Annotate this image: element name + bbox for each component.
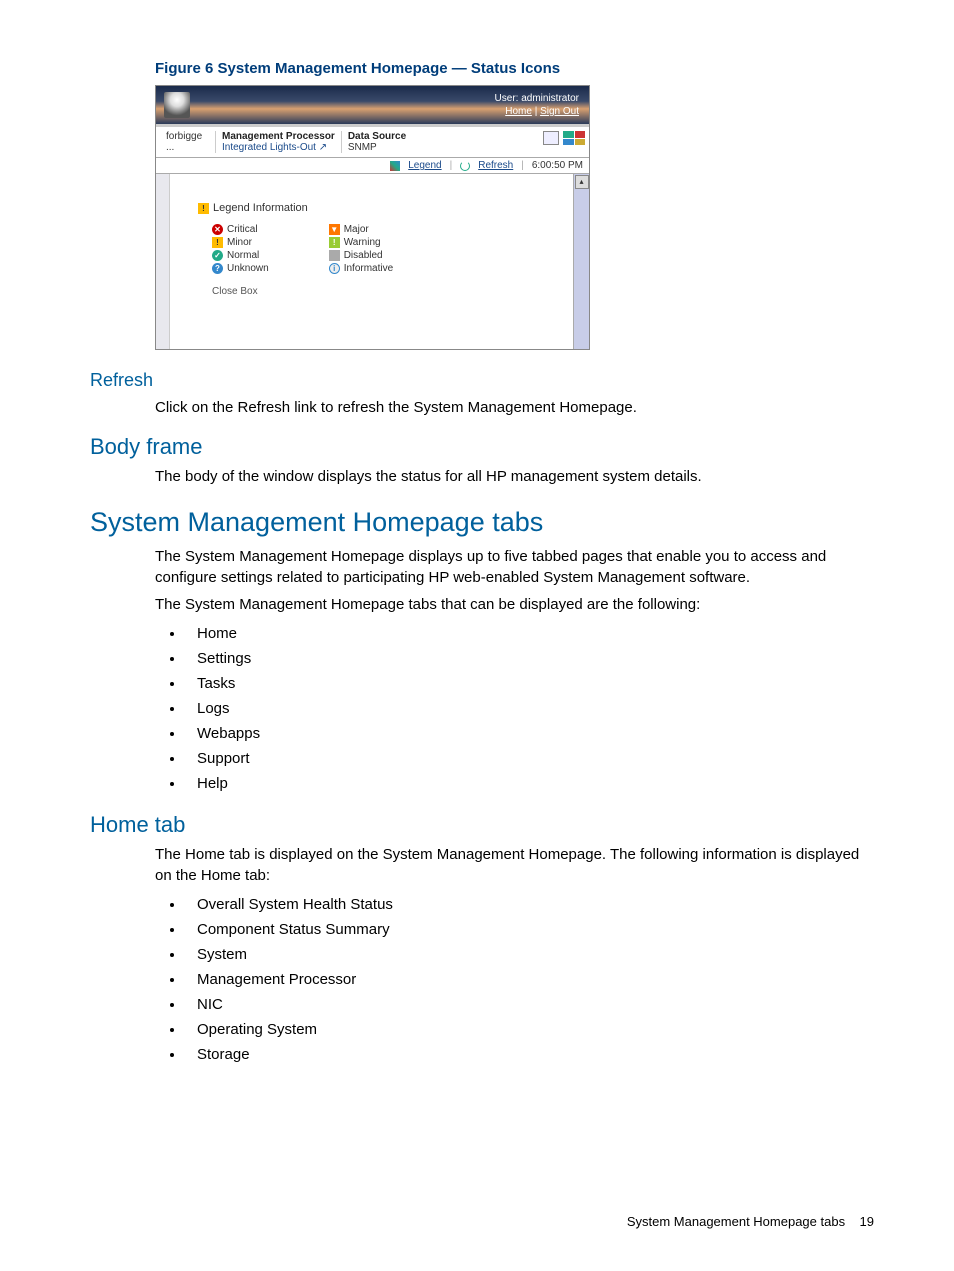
legend-disabled: Disabled — [344, 250, 383, 261]
legend-panel: ! Legend Information ✕ Critical ! Minor ✓ N… — [170, 174, 573, 349]
figure-caption: Figure 6 System Management Homepage — St… — [155, 60, 874, 77]
screenshot-toolbar: forbigge ... Management Processor Integr… — [156, 124, 589, 158]
legend-major: Major — [344, 224, 369, 235]
list-item: Support — [185, 746, 874, 771]
list-item: System — [185, 942, 874, 967]
legend-critical: Critical — [227, 224, 258, 235]
screenshot-banner: User: administrator Home | Sign Out — [156, 86, 589, 124]
screenshot-subbar: Legend | Refresh | 6:00:50 PM — [156, 158, 589, 174]
screenshot-scrollbar[interactable]: ▴ — [573, 174, 589, 349]
list-item: Tasks — [185, 671, 874, 696]
legend-minor: Minor — [227, 237, 252, 248]
legend-title: Legend Information — [213, 202, 308, 214]
banner-user-label: User: administrator — [495, 92, 579, 105]
legend-warning: Warning — [344, 237, 381, 248]
list-item: Webapps — [185, 721, 874, 746]
tabs-p2: The System Management Homepage tabs that… — [155, 594, 874, 615]
list-item: Logs — [185, 696, 874, 721]
banner-signout-link[interactable]: Sign Out — [540, 106, 579, 117]
refresh-icon — [460, 161, 470, 171]
unknown-icon: ? — [212, 263, 223, 274]
critical-icon: ✕ — [212, 224, 223, 235]
screenshot-figure: User: administrator Home | Sign Out forb… — [155, 85, 590, 350]
list-item: Overall System Health Status — [185, 892, 874, 917]
subbar-legend-link[interactable]: Legend — [408, 160, 441, 171]
banner-home-link[interactable]: Home — [505, 106, 532, 117]
list-item: Management Processor — [185, 967, 874, 992]
info-icon: i — [329, 263, 340, 274]
toolbar-ds-label: Data Source — [348, 131, 406, 142]
toolbar-ds-value: SNMP — [348, 142, 406, 153]
major-icon: ▼ — [329, 224, 340, 235]
hometab-heading: Home tab — [90, 812, 874, 838]
subbar-time: 6:00:50 PM — [532, 160, 583, 171]
toolbar-host: forbigge ... — [160, 131, 215, 153]
warning-icon: ! — [198, 203, 209, 214]
footer-text: System Management Homepage tabs — [627, 1214, 845, 1229]
minor-icon: ! — [212, 237, 223, 248]
screenshot-left-gutter — [156, 174, 170, 349]
legend-unknown: Unknown — [227, 263, 269, 274]
toolbar-view-icon[interactable] — [543, 131, 559, 145]
refresh-heading: Refresh — [90, 370, 874, 391]
list-item: NIC — [185, 992, 874, 1017]
list-item: Home — [185, 621, 874, 646]
scroll-up-icon[interactable]: ▴ — [575, 175, 589, 189]
banner-user-block: User: administrator Home | Sign Out — [495, 92, 579, 118]
legend-normal: Normal — [227, 250, 259, 261]
normal-icon: ✓ — [212, 250, 223, 261]
page-footer: System Management Homepage tabs 19 — [627, 1214, 874, 1229]
warning2-icon: ! — [329, 237, 340, 248]
screenshot-body: ! Legend Information ✕ Critical ! Minor ✓ N… — [156, 174, 589, 349]
legend-close-link[interactable]: Close Box — [212, 286, 565, 297]
disabled-icon — [329, 250, 340, 261]
hometab-p1: The Home tab is displayed on the System … — [155, 844, 874, 886]
toolbar-grid-icon[interactable] — [563, 131, 585, 145]
legend-informative: Informative — [344, 263, 393, 274]
footer-page-number: 19 — [860, 1214, 874, 1229]
list-item: Storage — [185, 1042, 874, 1067]
toolbar-mp-link[interactable]: Integrated Lights-Out ↗ — [222, 142, 335, 153]
legend-icon — [390, 161, 400, 171]
tabs-heading: System Management Homepage tabs — [90, 507, 874, 538]
lighthouse-icon — [164, 92, 190, 118]
toolbar-mp-label: Management Processor — [222, 131, 335, 142]
hometab-list: Overall System Health Status Component S… — [185, 892, 874, 1067]
list-item: Help — [185, 771, 874, 796]
tabs-list: Home Settings Tasks Logs Webapps Support… — [185, 621, 874, 796]
bodyframe-text: The body of the window displays the stat… — [155, 466, 874, 487]
list-item: Operating System — [185, 1017, 874, 1042]
bodyframe-heading: Body frame — [90, 434, 874, 460]
tabs-p1: The System Management Homepage displays … — [155, 546, 874, 588]
refresh-text: Click on the Refresh link to refresh the… — [155, 397, 874, 418]
list-item: Component Status Summary — [185, 917, 874, 942]
list-item: Settings — [185, 646, 874, 671]
subbar-refresh-link[interactable]: Refresh — [478, 160, 513, 171]
